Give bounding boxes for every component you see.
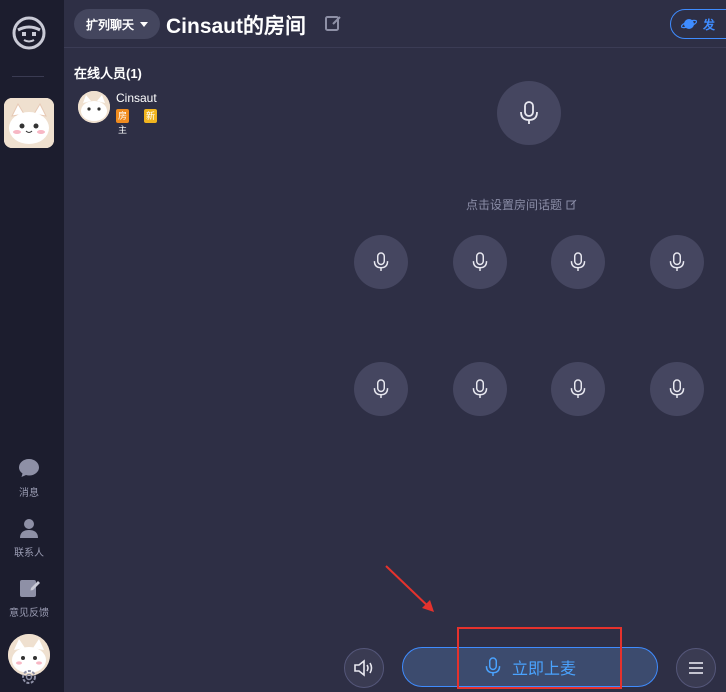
left-sidebar: 消息 联系人 意见反馈: [0, 0, 64, 692]
mic-seat-7[interactable]: [551, 362, 605, 416]
sidebar-divider: [12, 76, 44, 77]
cat-avatar-icon: [78, 91, 110, 123]
menu-button[interactable]: [676, 648, 716, 688]
microphone-icon: [472, 252, 488, 271]
app-logo-icon[interactable]: [10, 14, 48, 52]
microphone-icon: [472, 379, 488, 398]
microphone-icon: [570, 379, 586, 398]
sidebar-item-label: 意见反馈: [9, 608, 49, 619]
cat-avatar-icon: [4, 98, 54, 148]
online-members-title: 在线人员(1): [74, 66, 142, 81]
topic-label: 点击设置房间话题: [466, 198, 563, 212]
speaker-button[interactable]: [344, 648, 384, 688]
mic-seat-5[interactable]: [354, 362, 408, 416]
sidebar-item-feedback[interactable]: 意见反馈: [4, 576, 54, 619]
mic-seat-2[interactable]: [453, 235, 507, 289]
mic-seat-6[interactable]: [453, 362, 507, 416]
gear-icon[interactable]: [20, 668, 38, 686]
feedback-edit-icon: [20, 580, 40, 597]
edit-icon[interactable]: [324, 14, 342, 32]
microphone-icon: [669, 379, 685, 398]
sidebar-item-messages[interactable]: 消息: [4, 456, 54, 499]
microphone-icon: [570, 252, 586, 271]
member-name: Cinsaut: [116, 91, 157, 105]
set-topic-link[interactable]: 点击设置房间话题: [466, 196, 577, 213]
speaker-icon: [354, 659, 373, 677]
mic-seat-3[interactable]: [551, 235, 605, 289]
caret-down-icon: [140, 21, 149, 27]
room-avatar[interactable]: [4, 98, 54, 148]
mode-dropdown-button[interactable]: 扩列聊天: [74, 9, 161, 39]
sidebar-item-label: 消息: [19, 488, 39, 499]
room-header: 扩列聊天 Cinsaut的房间 发: [64, 0, 726, 48]
hamburger-menu-icon: [689, 662, 703, 674]
new-badge: 新: [144, 109, 158, 123]
microphone-icon: [373, 379, 389, 398]
room-panel: 扩列聊天 Cinsaut的房间 发 在线人员(1) Cinsaut 房主 新 点…: [64, 0, 726, 692]
owner-badge: 房主: [116, 109, 130, 135]
sidebar-item-label: 联系人: [14, 548, 44, 559]
person-icon: [20, 519, 38, 538]
host-mic-seat[interactable]: [497, 81, 561, 145]
room-title: Cinsaut的房间: [166, 15, 307, 38]
microphone-icon: [669, 252, 685, 271]
external-edit-icon: [566, 199, 577, 210]
planet-icon: [681, 19, 697, 29]
chat-bubble-icon: [19, 459, 39, 477]
mode-label: 扩列聊天: [86, 17, 135, 32]
annotation-highlight-box: [457, 627, 622, 689]
microphone-icon: [373, 252, 389, 271]
mic-seat-8[interactable]: [650, 362, 704, 416]
share-label: 发: [703, 17, 716, 32]
share-button[interactable]: 发: [670, 9, 726, 39]
mic-seat-1[interactable]: [354, 235, 408, 289]
mic-seat-4[interactable]: [650, 235, 704, 289]
microphone-icon: [520, 101, 538, 124]
annotation-arrow-icon: [385, 565, 434, 612]
sidebar-item-contacts[interactable]: 联系人: [4, 516, 54, 559]
member-avatar: [78, 91, 110, 123]
